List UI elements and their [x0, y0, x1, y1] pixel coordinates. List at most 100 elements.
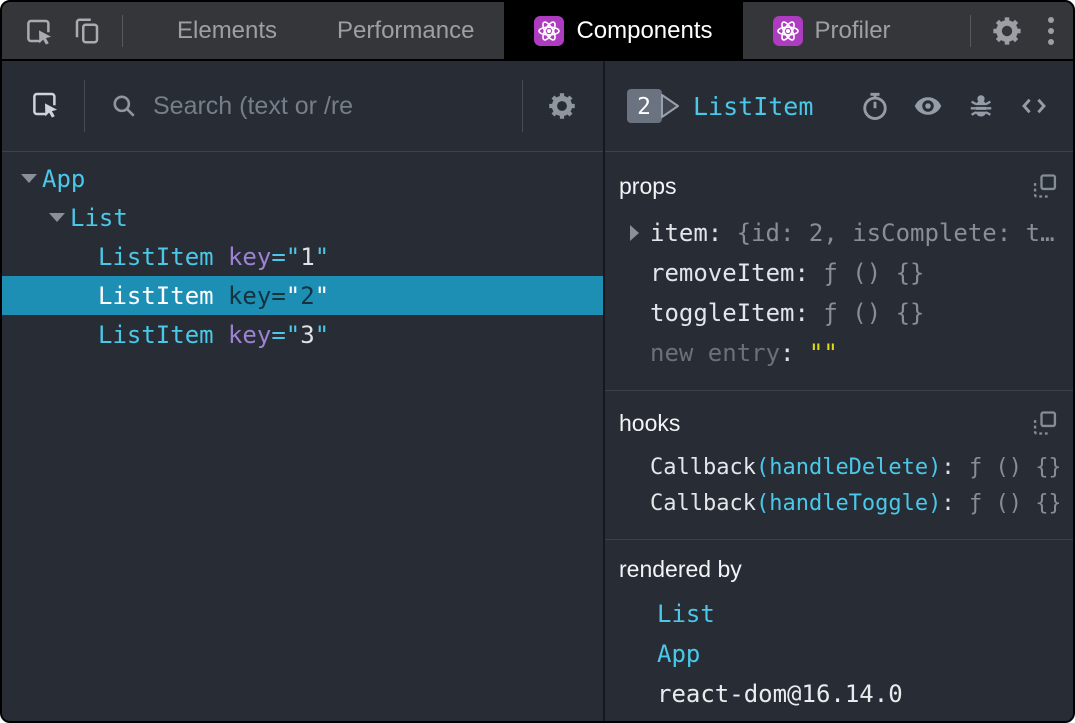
props-section: props item: {id: 2, isComplete: t… remov… — [605, 152, 1073, 391]
prop-row-toggleitem[interactable]: toggleItem: ƒ () {} — [630, 293, 1059, 333]
colon: : — [941, 454, 955, 480]
tree-toolbar — [2, 61, 603, 152]
quote: " — [314, 242, 330, 271]
key-badge-value: 2 — [637, 94, 651, 120]
hook-type: Callback — [650, 490, 756, 516]
search-input[interactable] — [153, 91, 453, 121]
key-attr: key — [227, 242, 272, 271]
settings-gear-icon[interactable] — [991, 15, 1023, 47]
props-section-title: props — [619, 172, 677, 199]
key-attr: key — [227, 320, 272, 349]
component-name: ListItem — [98, 320, 214, 349]
inspect-element-icon[interactable] — [24, 16, 54, 46]
view-settings-gear-icon[interactable] — [547, 91, 577, 121]
expander-right-icon[interactable] — [630, 225, 650, 241]
rendered-by-app[interactable]: App — [657, 634, 1059, 674]
view-source-code-icon[interactable] — [1019, 91, 1049, 121]
component-name: List — [70, 203, 128, 232]
prop-row-removeitem[interactable]: removeItem: ƒ () {} — [630, 253, 1059, 293]
colon: : — [941, 490, 955, 516]
hook-fn-name: (handleToggle) — [755, 490, 942, 516]
key-badge: 2 — [627, 89, 679, 123]
tree-row-listitem-1[interactable]: ListItem key = " 1 " — [2, 237, 603, 276]
hook-value: ƒ () {} — [969, 490, 1059, 516]
key-value: 3 — [300, 320, 315, 349]
details-pane: 2 ListItem props item: {id: 2, isComple… — [605, 61, 1073, 721]
renderer-version: react-dom@16.14.0 — [657, 680, 903, 708]
rendered-by-react-dom: react-dom@16.14.0 — [657, 674, 1059, 714]
suspend-stopwatch-icon[interactable] — [860, 91, 890, 121]
tab-label: Profiler — [814, 16, 891, 44]
hook-fn-name: (handleDelete) — [755, 454, 942, 480]
key-value: 1 — [300, 242, 315, 271]
hook-value: ƒ () {} — [969, 454, 1059, 480]
tree-row-listitem-3[interactable]: ListItem key = " 3 " — [2, 315, 603, 354]
device-toolbar-icon[interactable] — [72, 16, 102, 46]
tab-strip: Elements Performance Components Profiler — [147, 2, 921, 59]
expander-down-icon[interactable] — [16, 174, 42, 183]
search-bar[interactable] — [85, 91, 522, 121]
devtools-window: Elements Performance Components Profiler… — [0, 0, 1075, 723]
quote: " — [314, 320, 330, 349]
rendered-by-section: rendered by List App react-dom@16.14.0 — [605, 540, 1073, 721]
quote: " — [285, 320, 301, 349]
component-name: ListItem — [98, 242, 214, 271]
tab-label: Performance — [337, 16, 475, 44]
details-header: 2 ListItem — [605, 61, 1073, 152]
kebab-menu-icon[interactable] — [1031, 15, 1057, 47]
select-element-icon[interactable] — [2, 89, 84, 124]
colon: : — [780, 339, 795, 367]
rendered-by-list[interactable]: List — [657, 594, 1059, 634]
component-name: ListItem — [98, 281, 214, 310]
equals: = — [271, 242, 286, 271]
owner-link[interactable]: List — [657, 600, 715, 628]
tab-label: Components — [576, 16, 713, 44]
hook-type: Callback — [650, 454, 756, 480]
search-icon — [113, 95, 135, 117]
prop-name: toggleItem — [650, 299, 795, 327]
quote: " — [285, 281, 301, 310]
tab-elements[interactable]: Elements — [147, 2, 307, 59]
owner-link[interactable]: App — [657, 640, 700, 668]
colon: : — [794, 299, 809, 327]
tab-performance[interactable]: Performance — [307, 2, 504, 59]
tab-label: Elements — [177, 16, 278, 44]
colon: : — [707, 219, 723, 247]
tree-pane: App List ListItemkey="1" ListItemkey="2" — [2, 61, 605, 721]
hook-row-handletoggle[interactable]: Callback (handleToggle): ƒ () {} — [650, 485, 1059, 521]
tree-row-list[interactable]: List — [2, 198, 603, 237]
equals: = — [271, 281, 286, 310]
new-entry-value-input[interactable]: "" — [809, 339, 838, 367]
hooks-section-title: hooks — [619, 409, 681, 436]
separator — [122, 14, 123, 47]
prop-row-item[interactable]: item: {id: 2, isComplete: t… — [630, 213, 1059, 253]
expander-down-icon[interactable] — [44, 213, 70, 222]
equals: = — [271, 320, 286, 349]
prop-value: {id: 2, isComplete: t… — [736, 219, 1055, 247]
prop-row-new-entry[interactable]: new entry: "" — [630, 333, 1059, 373]
rendered-by-title: rendered by — [619, 556, 742, 582]
selected-component-title: ListItem — [693, 91, 814, 121]
prop-name: item — [650, 219, 708, 247]
hooks-section: hooks Callback (handleDelete): ƒ () {} Cal… — [605, 391, 1073, 540]
component-tree: App List ListItem key = " 1 " ListItem key = " 2 " — [2, 152, 603, 721]
inspect-dom-eye-icon[interactable] — [913, 91, 943, 121]
tab-profiler[interactable]: Profiler — [743, 2, 921, 59]
new-entry-name-input[interactable]: new entry — [650, 339, 780, 367]
quote: " — [285, 242, 301, 271]
copy-to-clipboard-icon[interactable] — [1031, 409, 1059, 437]
separator — [970, 14, 971, 47]
debug-bug-icon[interactable] — [966, 91, 996, 121]
hook-row-handledelete[interactable]: Callback (handleDelete): ƒ () {} — [650, 449, 1059, 485]
tree-row-listitem-2-selected[interactable]: ListItem key = " 2 " — [2, 276, 603, 315]
colon: : — [794, 259, 809, 287]
prop-value: ƒ () {} — [823, 259, 925, 287]
tab-components[interactable]: Components — [504, 2, 743, 59]
prop-name: removeItem — [650, 259, 795, 287]
tree-row-app[interactable]: App — [2, 159, 603, 198]
key-value: 2 — [300, 281, 315, 310]
components-panel: App List ListItemkey="1" ListItemkey="2" — [2, 61, 1073, 721]
copy-to-clipboard-icon[interactable] — [1031, 172, 1059, 200]
quote: " — [314, 281, 330, 310]
devtools-tab-bar: Elements Performance Components Profiler — [2, 2, 1073, 61]
